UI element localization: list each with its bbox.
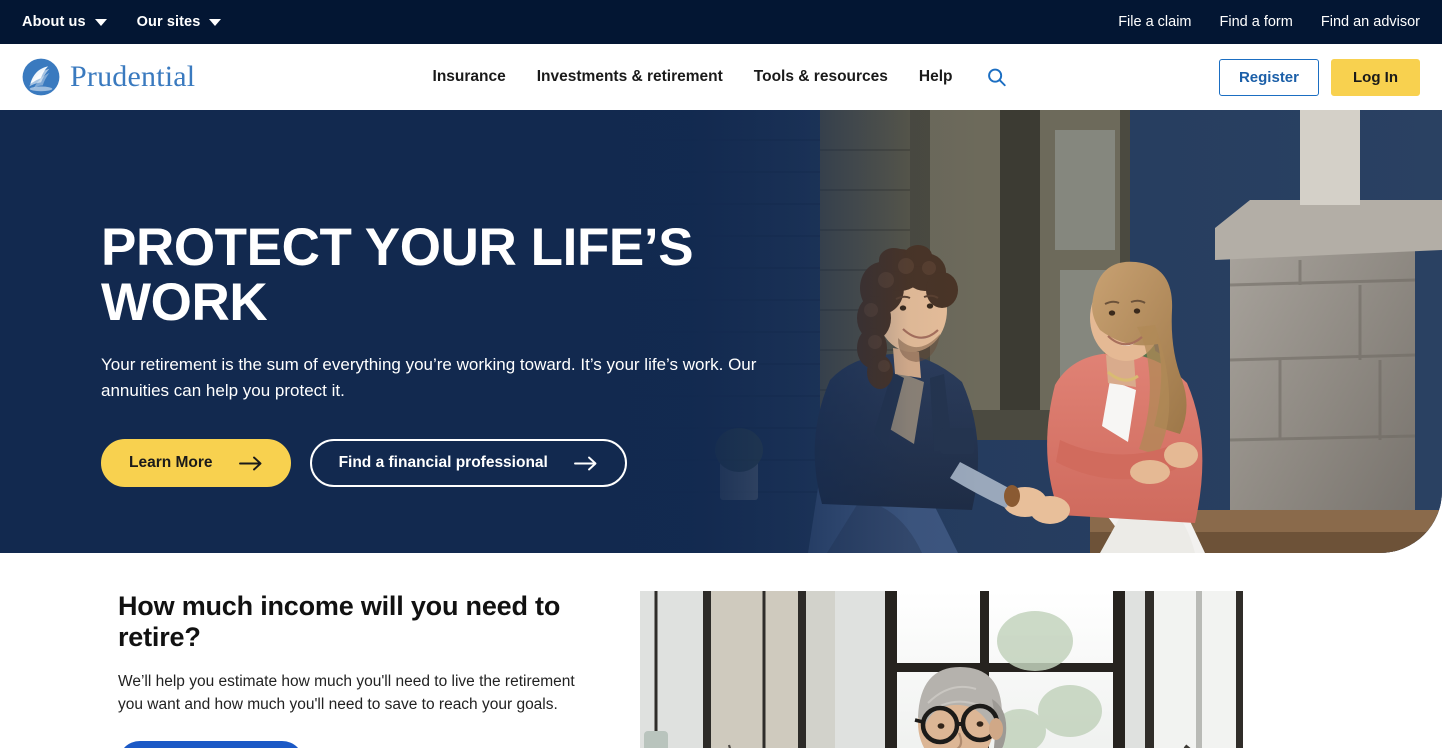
main-navigation: Insurance Investments & retirement Tools… xyxy=(433,66,1010,88)
brand-name: Prudential xyxy=(70,60,196,93)
income-section-body: We’ll help you estimate how much you'll … xyxy=(118,673,575,714)
hero-cta-group: Learn More Find a financial professional xyxy=(101,439,801,488)
utility-dropdown-about-us-label: About us xyxy=(22,14,86,30)
utility-dropdown-about-us[interactable]: About us xyxy=(22,14,107,30)
hero-subtitle: Your retirement is the sum of everything… xyxy=(101,355,757,400)
hero-title: PROTECT YOUR LIFE’S WORK xyxy=(101,218,694,333)
utility-link-file-a-claim[interactable]: File a claim xyxy=(1118,14,1191,30)
income-get-started-button[interactable]: Get started xyxy=(118,741,304,748)
register-button[interactable]: Register xyxy=(1218,58,1319,96)
login-button[interactable]: Log In xyxy=(1331,58,1420,96)
hero-content: PROTECT YOUR LIFE’S WORK Your retirement… xyxy=(101,218,801,488)
header-actions: Register Log In xyxy=(1218,58,1420,96)
nav-item-insurance[interactable]: Insurance xyxy=(433,68,506,86)
arrow-right-icon xyxy=(238,456,262,471)
utility-dropdown-our-sites-label: Our sites xyxy=(136,14,201,30)
hero-banner: PROTECT YOUR LIFE’S WORK Your retirement… xyxy=(0,110,1442,553)
utility-link-find-a-form[interactable]: Find a form xyxy=(1220,14,1293,30)
nav-item-investments-retirement[interactable]: Investments & retirement xyxy=(537,68,723,86)
hero-learn-more-label: Learn More xyxy=(129,454,213,472)
brand-logo[interactable]: Prudential xyxy=(22,58,195,96)
chevron-down-icon xyxy=(209,18,222,26)
search-button[interactable] xyxy=(983,66,1009,88)
utility-dropdown-our-sites[interactable]: Our sites xyxy=(137,14,222,30)
main-header: Prudential Insurance Investments & retir… xyxy=(0,44,1442,110)
hero-find-professional-label: Find a financial professional xyxy=(338,454,548,472)
income-section-text: How much income will you need to retire?… xyxy=(0,591,640,748)
income-section-media xyxy=(640,591,1243,748)
utility-bar: About us Our sites File a claim Find a f… xyxy=(0,0,1442,44)
income-section-title: How much income will you need to retire? xyxy=(118,591,561,652)
income-section: How much income will you need to retire?… xyxy=(0,553,1442,748)
nav-item-tools-resources[interactable]: Tools & resources xyxy=(754,68,888,86)
utility-bar-left: About us Our sites xyxy=(22,14,222,30)
chevron-down-icon xyxy=(94,18,107,26)
hero-find-professional-button[interactable]: Find a financial professional xyxy=(309,439,627,488)
rock-of-gibraltar-logo-icon xyxy=(22,58,60,96)
arrow-right-icon xyxy=(573,456,597,471)
utility-bar-right: File a claim Find a form Find an advisor xyxy=(1118,14,1420,30)
income-section-image xyxy=(640,591,1243,748)
search-icon xyxy=(988,68,1006,87)
hero-learn-more-button[interactable]: Learn More xyxy=(101,439,291,488)
utility-link-find-an-advisor[interactable]: Find an advisor xyxy=(1321,14,1420,30)
nav-item-help[interactable]: Help xyxy=(919,68,953,86)
